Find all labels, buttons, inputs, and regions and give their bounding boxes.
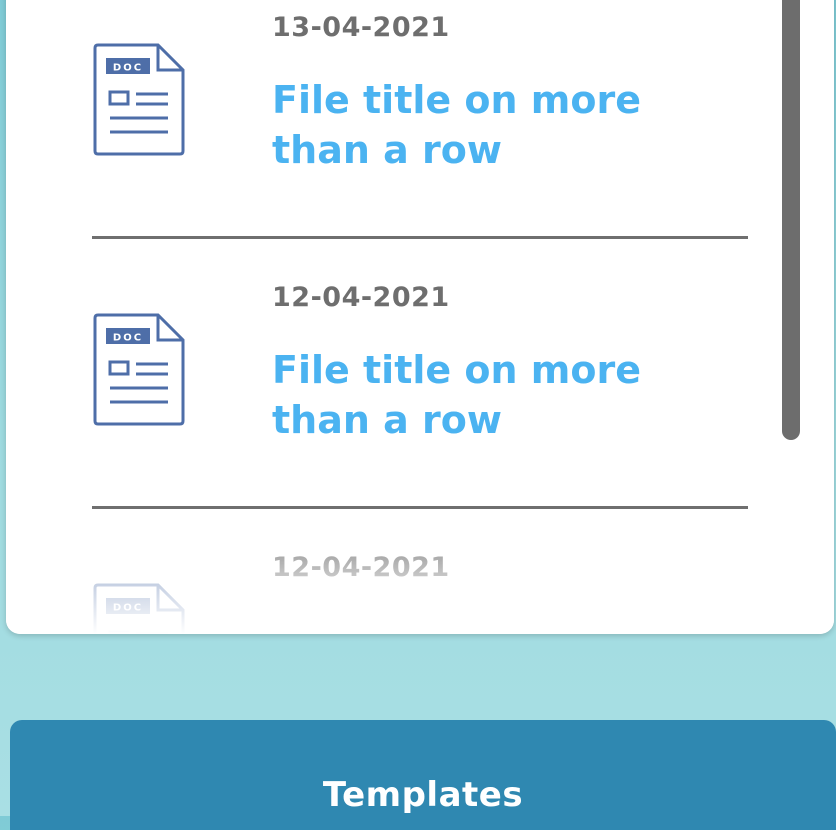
file-date: 13-04-2021	[272, 12, 450, 43]
file-title[interactable]: File title on more than a row	[272, 345, 742, 445]
file-list-item[interactable]: DOC 12-04-2021	[92, 540, 748, 634]
file-title[interactable]: File title on more than a row	[272, 75, 742, 175]
svg-text:DOC: DOC	[113, 333, 143, 344]
svg-text:DOC: DOC	[113, 63, 143, 74]
doc-icon: DOC	[93, 583, 185, 634]
doc-icon: DOC	[93, 43, 185, 156]
file-list: DOC 13-04-2021 File title on more than a…	[6, 0, 834, 634]
file-list-item[interactable]: DOC 13-04-2021 File title on more than a…	[92, 0, 748, 270]
templates-button[interactable]: Templates	[10, 720, 836, 830]
file-date: 12-04-2021	[272, 282, 450, 313]
templates-button-label: Templates	[322, 775, 524, 815]
file-list-panel: DOC 13-04-2021 File title on more than a…	[6, 0, 834, 634]
svg-text:DOC: DOC	[113, 603, 143, 614]
doc-icon: DOC	[93, 313, 185, 426]
divider	[92, 506, 748, 509]
divider	[92, 236, 748, 239]
file-list-item[interactable]: DOC 12-04-2021 File title on more than a…	[92, 270, 748, 540]
file-date: 12-04-2021	[272, 552, 450, 583]
scrollbar-thumb[interactable]	[782, 0, 800, 440]
